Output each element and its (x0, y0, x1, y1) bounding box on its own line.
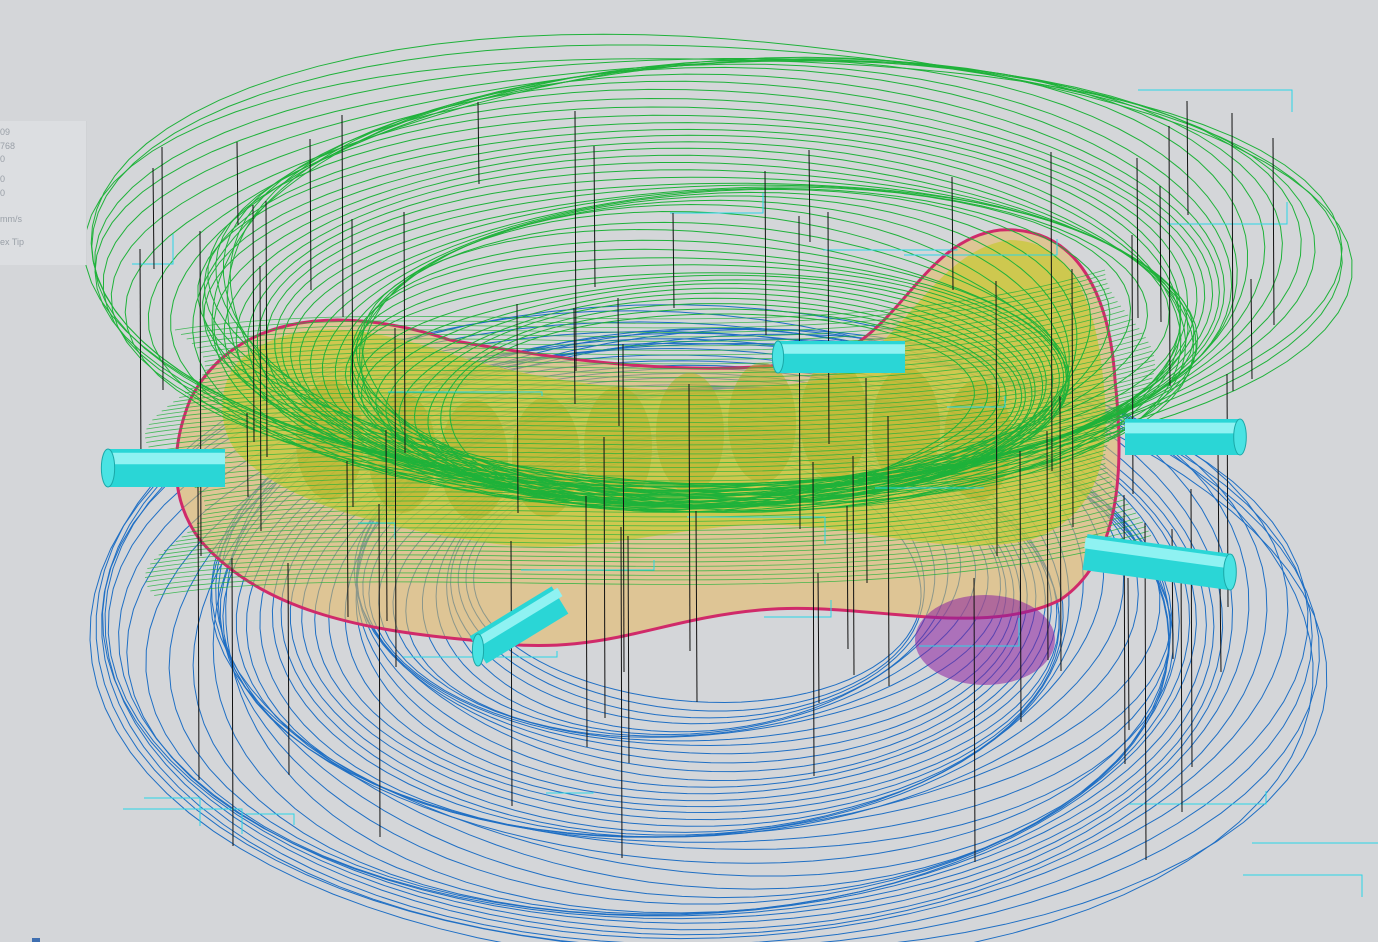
plunge-line (1168, 125, 1171, 387)
pin-end (471, 633, 485, 667)
info-line-1: 09 (0, 127, 11, 137)
plunge-line (231, 557, 234, 847)
cam-viewport[interactable]: 09 768 0 0 0 mm/s ex Tip (0, 0, 1378, 942)
plunge-line (1159, 185, 1162, 323)
support-pin-icon (771, 340, 905, 374)
plunge-line (1123, 494, 1126, 765)
info-line-4: 0 (0, 174, 6, 184)
plunge-line (1186, 100, 1189, 216)
plunge-line (593, 145, 596, 288)
info-feedrate-unit: mm/s (0, 214, 22, 224)
plunge-line (1272, 137, 1275, 326)
plunge-line (341, 114, 344, 318)
pin-end (100, 448, 116, 488)
plunge-line (236, 141, 239, 226)
plunge-line (477, 101, 480, 185)
rapid-move (1138, 89, 1293, 112)
pin-end (1233, 418, 1247, 456)
rapid-move (823, 249, 958, 251)
undercut-region (915, 595, 1055, 685)
support-pin-icon (1125, 418, 1247, 456)
plunge-line (139, 248, 142, 471)
support-pin-icon (100, 448, 225, 488)
rapid-move (144, 797, 201, 826)
pin-end (1223, 553, 1237, 591)
plunge-line (1219, 576, 1222, 673)
rapid-move (546, 792, 594, 794)
rapid-move (1243, 874, 1363, 897)
corner-mark (32, 938, 40, 942)
plunge-line (574, 110, 577, 372)
plunge-line (1250, 278, 1253, 380)
plunge-line (1231, 112, 1234, 392)
rapid-move (1167, 202, 1288, 225)
plunge-line (161, 146, 164, 391)
toolpath-scene[interactable] (0, 0, 1378, 942)
info-line-2: 768 (0, 141, 16, 151)
pin-end (771, 340, 785, 374)
rapid-move (1252, 842, 1378, 844)
plunge-line (672, 212, 675, 309)
info-tool-name: ex Tip (0, 237, 25, 247)
plunge-line (1136, 157, 1139, 319)
plunge-line (152, 167, 155, 270)
info-line-3: 0 (0, 154, 6, 164)
plunge-line (1131, 234, 1134, 495)
plunge-line (808, 149, 811, 243)
info-line-5: 0 (0, 188, 6, 198)
info-panel: 09 768 0 0 0 mm/s ex Tip (0, 121, 87, 265)
plunge-line (1190, 488, 1193, 768)
